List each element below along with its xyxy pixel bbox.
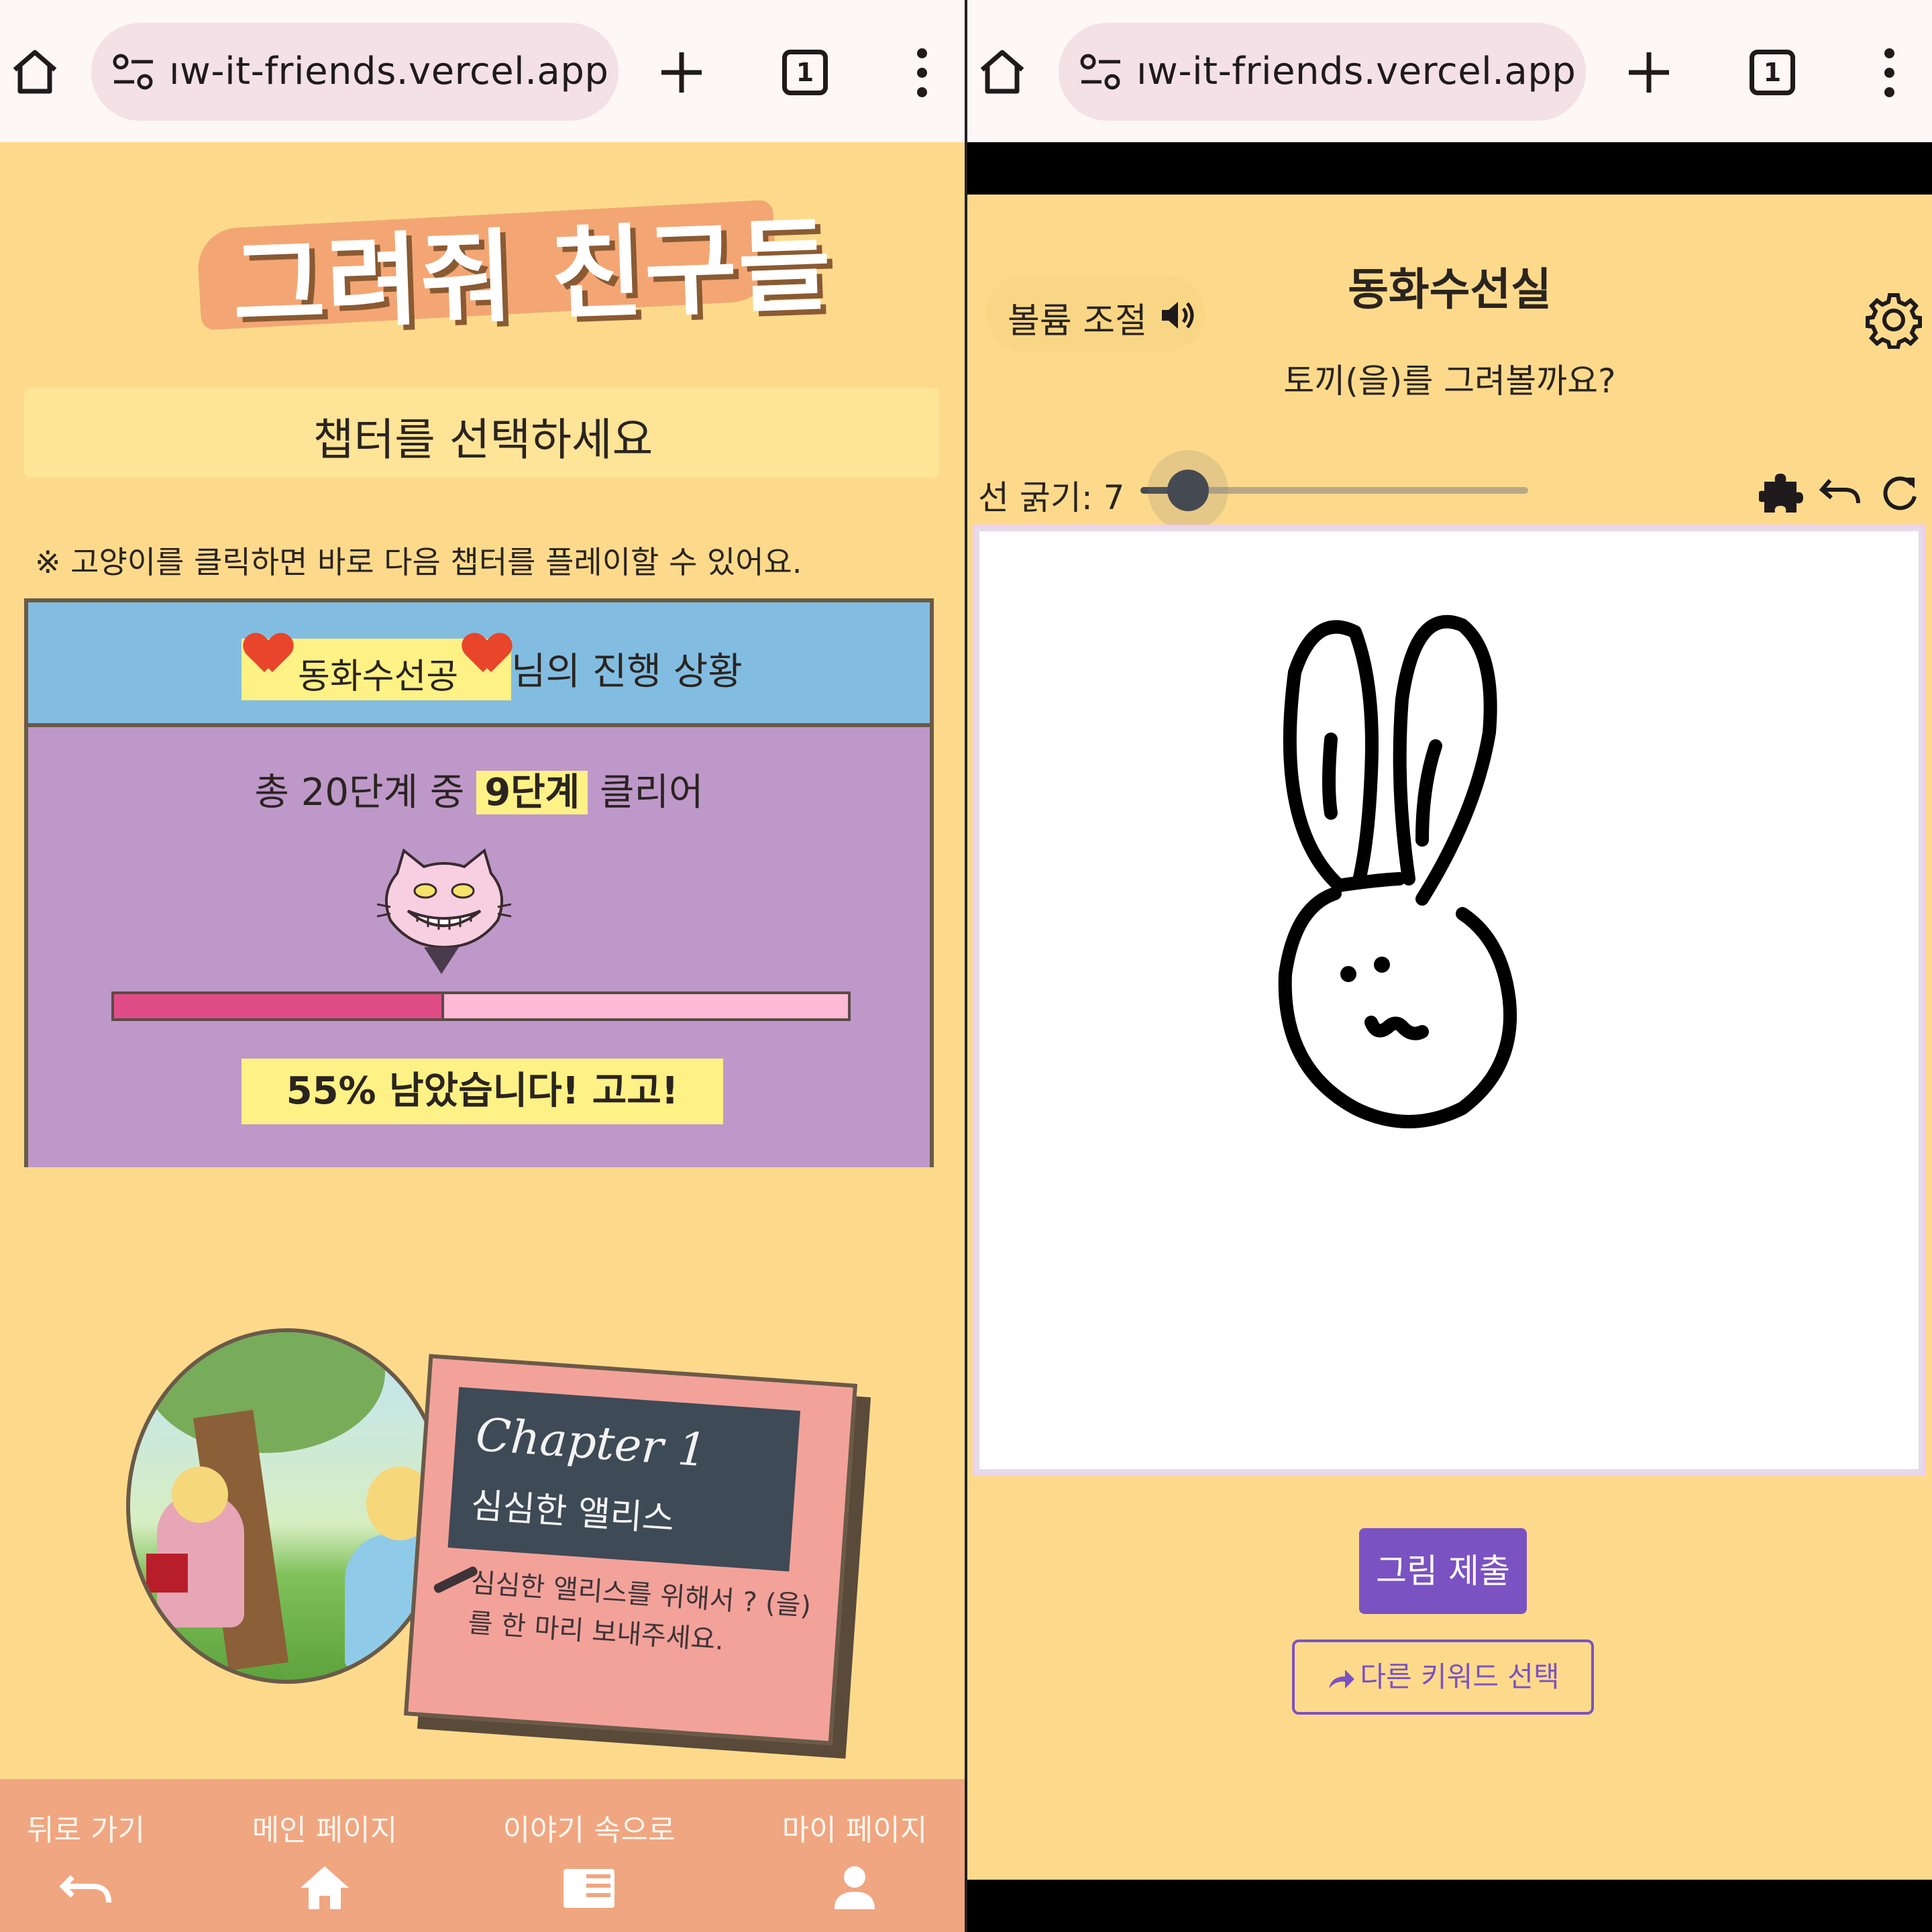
puzzle-icon[interactable] [1759, 470, 1803, 514]
cheshire-cat-icon[interactable] [377, 847, 511, 954]
book-icon [564, 1869, 614, 1908]
url-text[interactable]: ıw-it-friends.vercel.app [1136, 50, 1576, 93]
submit-drawing-button[interactable]: 그림 제출 [1359, 1528, 1527, 1614]
tab-switcher-button[interactable]: 1 [782, 50, 828, 95]
address-bar[interactable]: ıw-it-friends.vercel.app [91, 23, 619, 121]
page-title: 동화수선실 [1348, 264, 1552, 315]
stage-summary: 총 20단계 중 9단계 클리어 [28, 762, 930, 816]
nav-story-label: 이야기 속으로 [502, 1813, 676, 1847]
hint-text: ※ 고양이를 클릭하면 바로 다음 챕터를 플레이할 수 있어요. [35, 544, 802, 580]
site-settings-icon[interactable] [111, 52, 156, 93]
chapter-card[interactable]: Chapter 1 심심한 앨리스 심심한 앨리스를 위해서 ? (을)를 한 … [403, 1354, 858, 1746]
chapter-subtitle: 심심한 앨리스 [469, 1485, 676, 1540]
book-icon [146, 1554, 188, 1593]
drawing-prompt: 토끼(을)를 그려볼까요? [1283, 362, 1616, 400]
heart-icon [247, 635, 290, 678]
stage-cleared: 9단계 [476, 771, 588, 814]
rabbit-drawing [1278, 614, 1517, 1128]
nav-mypage[interactable]: 마이 페이지 [754, 1806, 955, 1911]
new-tab-icon[interactable] [655, 46, 708, 99]
site-settings-icon[interactable] [1079, 52, 1123, 93]
stroke-width-slider[interactable] [1140, 450, 1528, 531]
sister-head [172, 1466, 228, 1523]
stroke-width-label: 선 굵기: 7 [978, 478, 1125, 517]
nav-back[interactable]: 뒤로 가기 [0, 1806, 186, 1911]
other-keyword-label: 다른 키워드 선택 [1360, 1660, 1560, 1693]
stage-clear-label: 클리어 [600, 771, 704, 814]
progress-card: 동화수선공 님의 진행 상황 총 20단계 중 9단계 클리어 55% 남았습니… [24, 598, 934, 1167]
share-arrow-icon [1329, 1669, 1355, 1688]
top-letterbox [967, 142, 1932, 195]
chapter-board: Chapter 1 심심한 앨리스 [447, 1387, 801, 1572]
home-icon [301, 1866, 349, 1909]
page-title: 챕터를 선택하세요 [313, 414, 653, 466]
progress-bar-fill [114, 994, 445, 1018]
chapter-number: Chapter 1 [474, 1408, 709, 1478]
home-icon[interactable] [975, 44, 1029, 98]
progress-body: 총 20단계 중 9단계 클리어 55% 남았습니다! 고고! [28, 727, 930, 1167]
nav-story[interactable]: 이야기 속으로 [488, 1806, 690, 1911]
right-screen: ıw-it-friends.vercel.app 1 볼륨 조절 동화수선실 토… [967, 0, 1932, 1932]
logo-text: 그려줘 친구들 [230, 207, 835, 345]
browser-toolbar: ıw-it-friends.vercel.app 1 [0, 0, 966, 142]
tree-leaves [144, 1332, 385, 1453]
remaining-text: 55% 남았습니다! 고고! [241, 1059, 723, 1124]
heart-icon [466, 635, 508, 678]
more-menu-icon[interactable] [914, 48, 930, 97]
chapter-description: 심심한 앨리스를 위해서 ? (을)를 한 마리 보내주세요. [467, 1567, 812, 1656]
left-screen: ıw-it-friends.vercel.app 1 그려줘 친구들 챕터를 선… [0, 0, 966, 1932]
nav-back-label: 뒤로 가기 [27, 1813, 145, 1847]
progress-header: 동화수선공 님의 진행 상황 [28, 602, 930, 727]
bottom-letterbox [967, 1880, 1932, 1932]
undo-icon [59, 1875, 111, 1903]
undo-icon[interactable] [1818, 470, 1862, 514]
chapter-illustration[interactable] [126, 1328, 448, 1684]
progress-heading-suffix: 님의 진행 상황 [511, 650, 743, 694]
tab-switcher-button[interactable]: 1 [1750, 50, 1795, 95]
progress-pointer [424, 947, 459, 974]
nav-main-label: 메인 페이지 [252, 1813, 398, 1847]
person-icon [835, 1866, 875, 1909]
slider-thumb[interactable] [1167, 470, 1209, 511]
gear-icon[interactable] [1865, 291, 1923, 349]
stage-total: 총 20단계 중 [254, 771, 465, 814]
progress-bar [111, 991, 851, 1021]
bottom-nav: 뒤로 가기 메인 페이지 이야기 속으로 마이 페이지 [0, 1779, 966, 1932]
username: 동화수선공 [298, 657, 459, 697]
home-icon[interactable] [8, 44, 62, 98]
browser-toolbar: ıw-it-friends.vercel.app 1 [967, 0, 1932, 142]
app-logo: 그려줘 친구들 [172, 188, 834, 345]
url-text[interactable]: ıw-it-friends.vercel.app [169, 50, 608, 93]
new-tab-icon[interactable] [1622, 46, 1676, 99]
nav-mypage-label: 마이 페이지 [782, 1813, 928, 1847]
other-keyword-button[interactable]: 다른 키워드 선택 [1292, 1640, 1594, 1715]
drawing-canvas[interactable] [973, 525, 1925, 1476]
username-badge: 동화수선공 [241, 639, 511, 700]
refresh-icon[interactable] [1877, 470, 1921, 514]
more-menu-icon[interactable] [1881, 48, 1897, 97]
nav-main[interactable]: 메인 페이지 [224, 1806, 425, 1911]
address-bar[interactable]: ıw-it-friends.vercel.app [1059, 23, 1586, 121]
